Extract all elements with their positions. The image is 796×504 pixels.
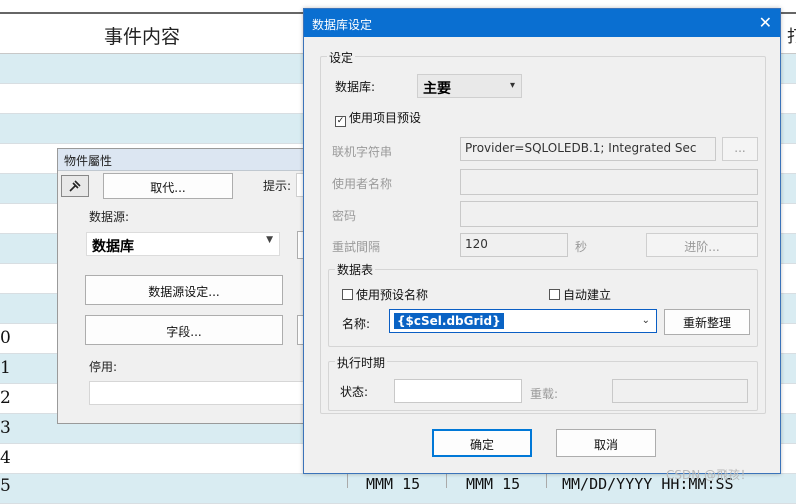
password-field[interactable] [460, 201, 758, 227]
use-default-name-label: 使用预设名称 [356, 288, 429, 302]
password-label: 密码 [332, 209, 357, 223]
database-settings-dialog: 数据库设定 ✕ 设定 数据库: 主要 ▾ ✓ 使用项目预设 联机字符串 Provi… [303, 8, 781, 474]
row-number: 2 [0, 388, 11, 408]
chevron-down-icon: ⌄ [641, 315, 650, 326]
datasource-select[interactable]: 数据库 ▼ [86, 232, 280, 256]
ok-button[interactable]: 确定 [432, 429, 532, 457]
row-number: 1 [0, 358, 11, 378]
settings-group-label: 设定 [327, 49, 356, 66]
grid-header-event-content: 事件内容 [104, 26, 181, 48]
object-properties-title: 物件屬性 [58, 149, 306, 171]
disable-input[interactable] [89, 381, 307, 405]
use-default-name-checkbox[interactable]: 使用预设名称 [342, 286, 428, 303]
disable-label: 停用: [89, 360, 118, 374]
seconds-label: 秒 [575, 240, 588, 254]
replace-button[interactable]: 取代... [103, 173, 233, 199]
use-project-default-label: 使用项目预设 [349, 111, 422, 125]
datasource-settings-button[interactable]: 数据源设定... [85, 275, 283, 305]
database-label: 数据库: [335, 80, 376, 94]
connection-browse-button[interactable]: ... [722, 137, 758, 161]
auto-create-label: 自动建立 [563, 288, 612, 302]
cancel-button[interactable]: 取消 [556, 429, 656, 457]
datasource-value: 数据库 [92, 239, 134, 255]
status-field[interactable] [394, 379, 522, 403]
dialog-title-bar: 数据库设定 ✕ [304, 9, 780, 37]
table-group-label: 数据表 [335, 261, 376, 278]
object-properties-window: 物件屬性 取代... 提示: 数据源: 数据库 ▼ 数据源设定... 字段...… [57, 148, 308, 424]
username-field[interactable] [460, 169, 758, 195]
reload-field[interactable] [612, 379, 748, 403]
retry-interval-field[interactable]: 120 [460, 233, 568, 257]
reorganize-button[interactable]: 重新整理 [664, 309, 750, 335]
name-value: {$cSel.dbGrid} [394, 313, 504, 329]
row-number: 4 [0, 448, 11, 468]
grid-cell: MMM 15 [366, 475, 421, 493]
datasource-label: 数据源: [89, 210, 130, 224]
grid-cell: MMM 15 [466, 475, 521, 493]
auto-create-checkbox[interactable]: 自动建立 [549, 286, 611, 303]
connection-string-value: Provider=SQLOLEDB.1; Integrated Sec [465, 141, 697, 155]
checkbox-unchecked-icon [549, 289, 560, 300]
watermark-text: CSDN @飛孩！ [666, 468, 753, 482]
chevron-down-icon: ▼ [266, 235, 273, 245]
checkbox-unchecked-icon [342, 289, 353, 300]
fields-button[interactable]: 字段... [85, 315, 283, 345]
checkbox-checked-icon: ✓ [335, 116, 346, 127]
retry-interval-value: 120 [465, 237, 488, 251]
table-group [328, 269, 758, 347]
name-combo[interactable]: {$cSel.dbGrid} ⌄ [389, 309, 657, 333]
row-number: 0 [0, 328, 11, 348]
dialog-title: 数据库设定 [312, 18, 373, 32]
row-number: 3 [0, 418, 11, 438]
pin-icon[interactable] [61, 175, 89, 197]
advanced-button[interactable]: 进阶... [646, 233, 758, 257]
database-select[interactable]: 主要 ▾ [417, 74, 522, 98]
close-icon[interactable]: ✕ [759, 13, 772, 32]
chevron-down-icon: ▾ [509, 80, 515, 91]
connection-string-field[interactable]: Provider=SQLOLEDB.1; Integrated Sec [460, 137, 716, 161]
use-project-default-checkbox[interactable]: ✓ 使用项目预设 [335, 109, 421, 127]
connection-string-label: 联机字符串 [332, 145, 393, 159]
status-label: 状态: [340, 385, 369, 399]
database-value: 主要 [423, 81, 451, 97]
username-label: 使用者名称 [332, 177, 393, 191]
hint-label: 提示: [263, 179, 292, 193]
grid-header-partial: 打 [787, 27, 796, 47]
runtime-group-label: 执行时期 [335, 354, 388, 371]
retry-interval-label: 重試間隔 [332, 240, 381, 254]
name-label: 名称: [342, 317, 371, 331]
row-number: 5 [0, 476, 11, 496]
reload-label: 重载: [530, 387, 559, 401]
